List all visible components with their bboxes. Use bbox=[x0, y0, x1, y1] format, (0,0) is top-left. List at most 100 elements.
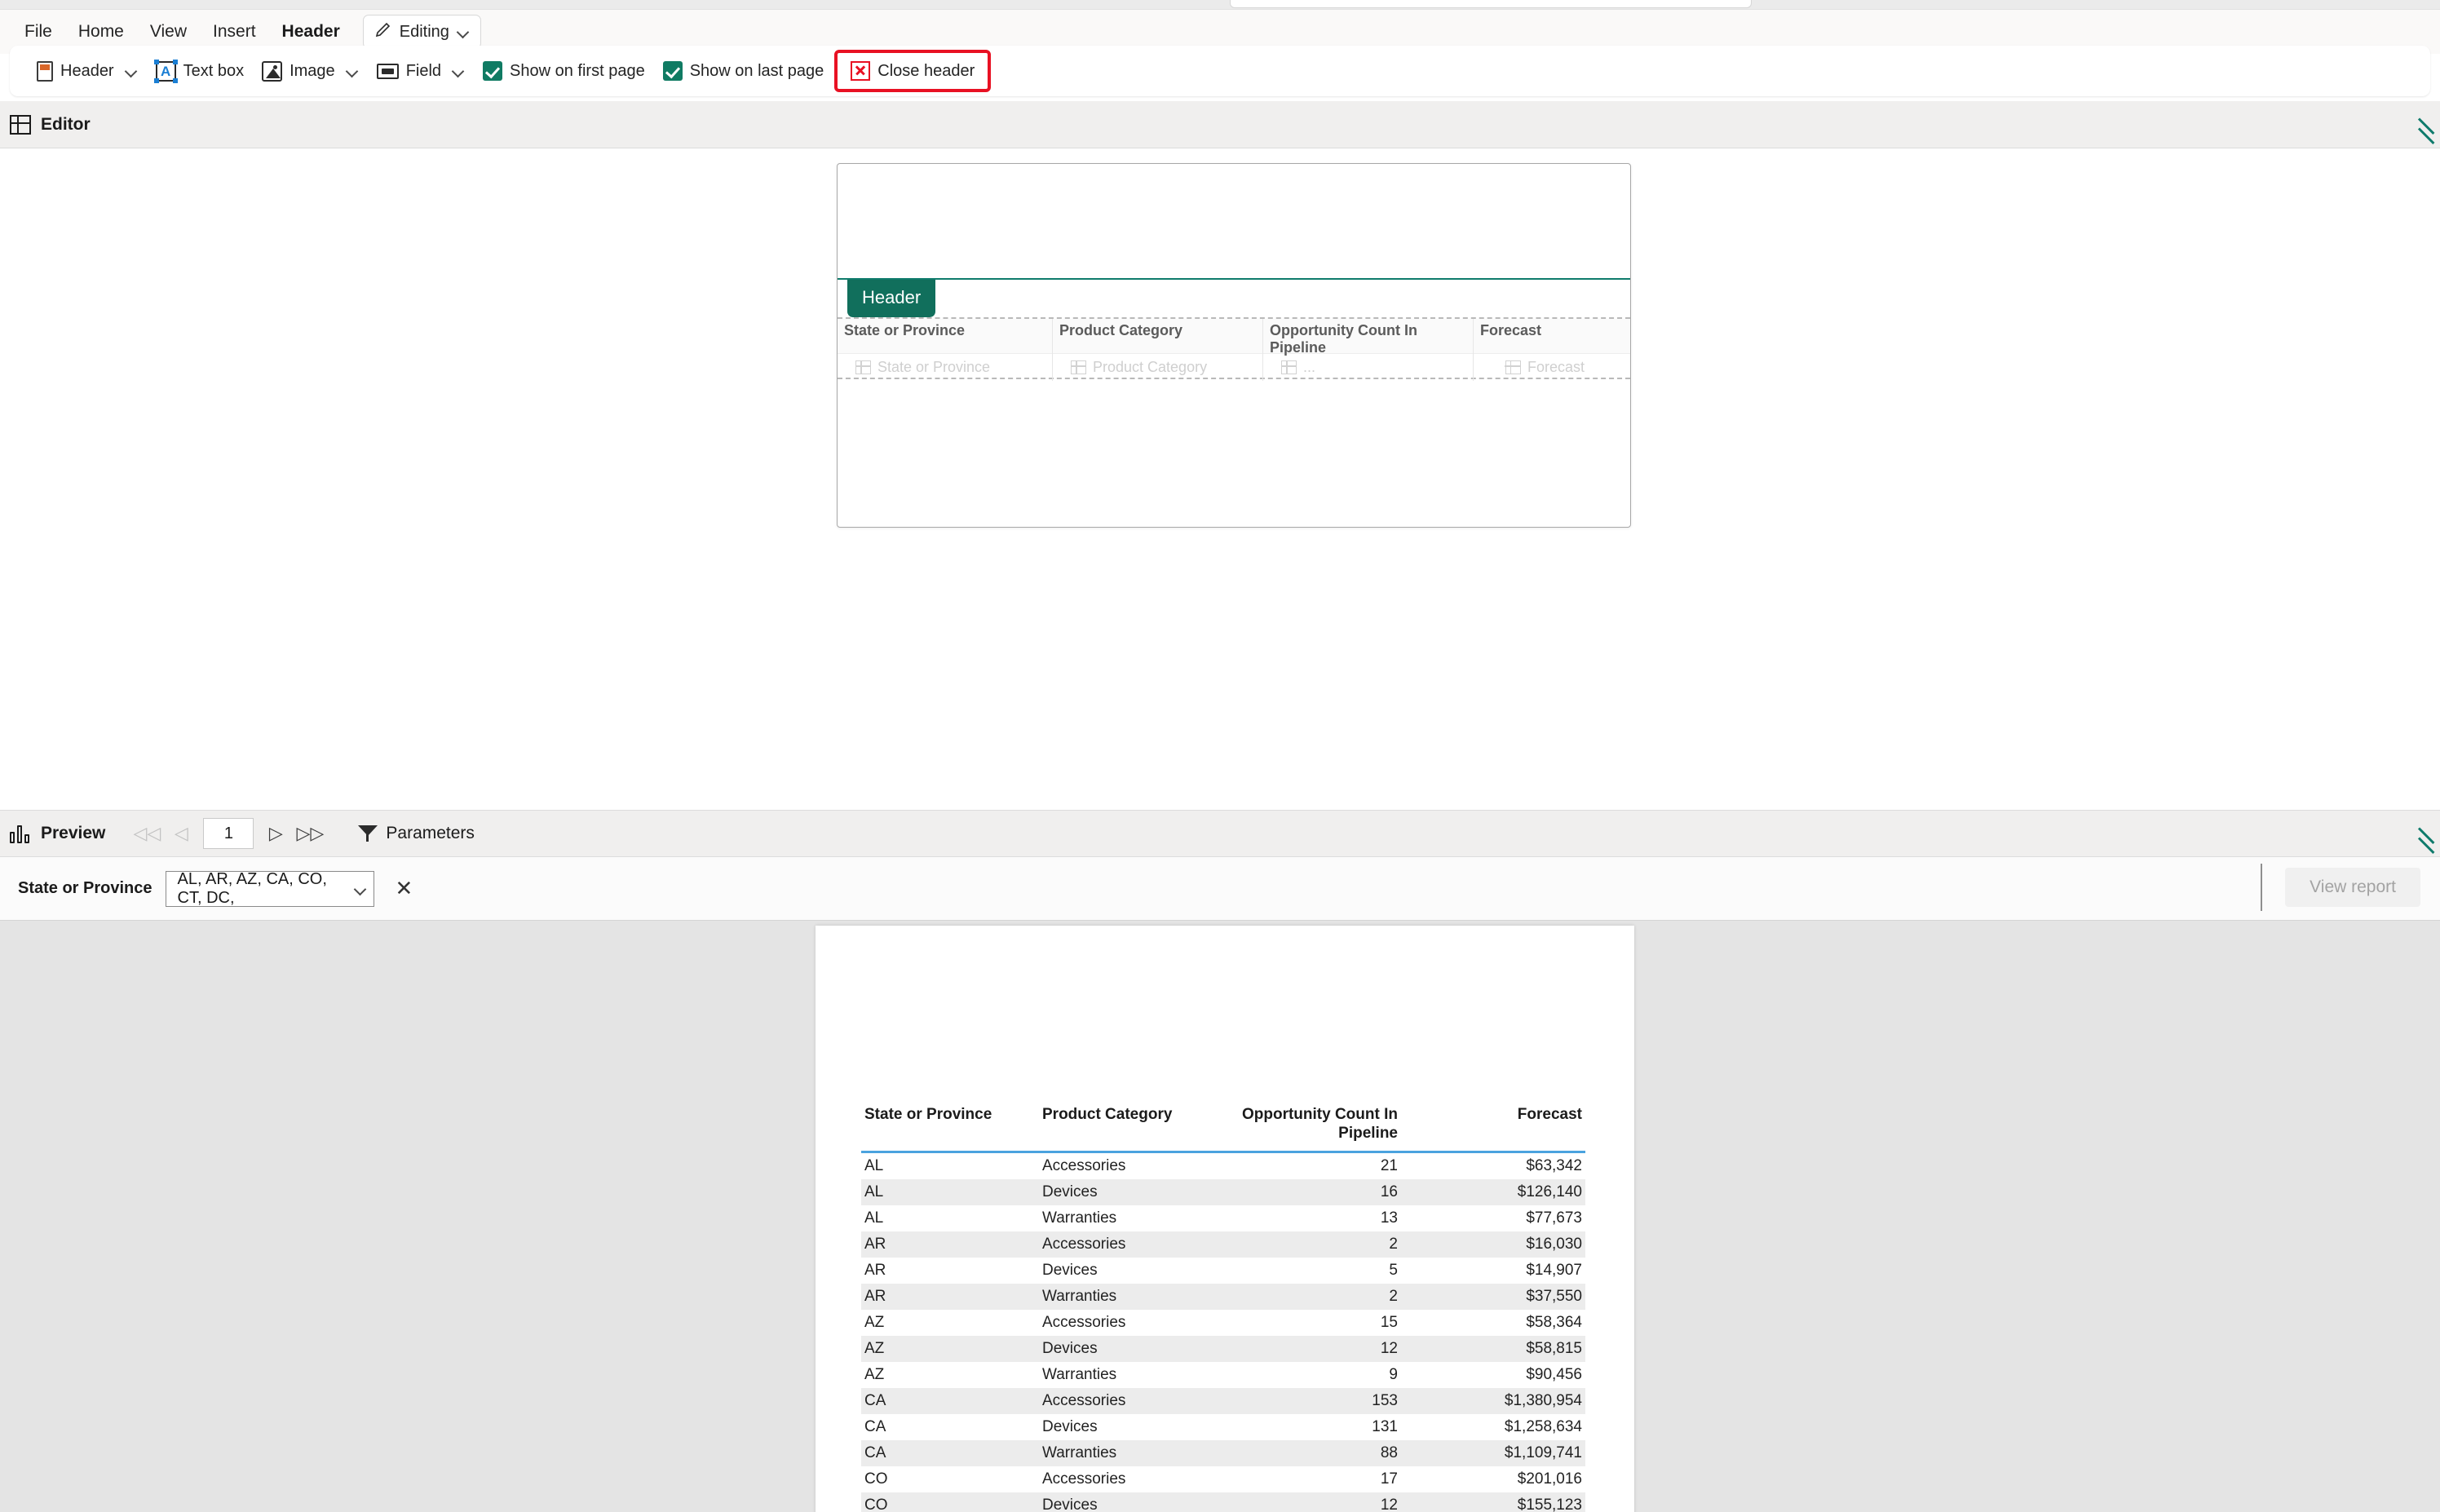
design-col-placeholder[interactable]: Product Category bbox=[1053, 354, 1262, 381]
chevron-collapse-icon[interactable] bbox=[2417, 113, 2440, 140]
cell-product-category: Accessories bbox=[1042, 1236, 1126, 1253]
parameter-select-state-or-province[interactable]: AL, AR, AZ, CA, CO, CT, DC, bbox=[165, 869, 374, 907]
header-gallery-button[interactable]: Header bbox=[28, 55, 147, 87]
cell-product-category: Warranties bbox=[1042, 1209, 1117, 1227]
cell-forecast: $201,016 bbox=[1517, 1470, 1582, 1488]
table-row: CA Accessories 153 $1,380,954 bbox=[861, 1388, 1585, 1414]
previous-page-button[interactable]: ◁ bbox=[164, 817, 198, 850]
field-label: Field bbox=[405, 61, 442, 80]
field-placeholder-icon bbox=[855, 360, 871, 374]
report-preview-page: State or Province Product Category Oppor… bbox=[816, 926, 1634, 1512]
cell-product-category: Devices bbox=[1042, 1418, 1098, 1435]
cell-forecast: $126,140 bbox=[1517, 1183, 1582, 1200]
report-preview-table: State or Province Product Category Oppor… bbox=[861, 1105, 1585, 1512]
cell-product-category: Devices bbox=[1042, 1262, 1098, 1279]
design-col-placeholder-label: Forecast bbox=[1527, 359, 1585, 375]
show-on-first-page-label: Show on first page bbox=[510, 61, 645, 80]
image-label: Image bbox=[290, 61, 335, 80]
header-divider bbox=[838, 278, 1630, 280]
preview-pager: ◁◁ ◁ 1 ▷ ▷▷ bbox=[130, 817, 327, 850]
show-on-first-page-checkbox[interactable]: Show on first page bbox=[474, 55, 654, 86]
table-row: AZ Accessories 15 $58,364 bbox=[861, 1310, 1585, 1336]
editor-section-bar: Editor bbox=[0, 101, 2440, 148]
cell-product-category: Devices bbox=[1042, 1497, 1098, 1512]
parameters-toggle-button[interactable]: Parameters bbox=[358, 824, 475, 843]
design-col-header-label: State or Province bbox=[838, 319, 1052, 354]
chevron-down-icon bbox=[452, 64, 465, 77]
tab-view[interactable]: View bbox=[137, 15, 200, 48]
search-box-stub[interactable] bbox=[1230, 0, 1752, 8]
field-button[interactable]: Field bbox=[368, 56, 474, 86]
image-button[interactable]: Image bbox=[253, 55, 368, 87]
image-icon bbox=[262, 60, 283, 82]
page-number-input[interactable]: 1 bbox=[203, 818, 254, 849]
cell-opportunity-count: 21 bbox=[1380, 1157, 1398, 1174]
header-region-badge[interactable]: Header bbox=[847, 280, 936, 317]
cell-forecast: $58,364 bbox=[1526, 1314, 1582, 1331]
cell-forecast: $14,907 bbox=[1526, 1262, 1582, 1279]
cell-opportunity-count: 5 bbox=[1389, 1262, 1398, 1279]
tab-home[interactable]: Home bbox=[65, 15, 137, 48]
cell-product-category: Warranties bbox=[1042, 1444, 1117, 1461]
close-header-label: Close header bbox=[877, 61, 975, 80]
tab-header[interactable]: Header bbox=[269, 15, 353, 56]
show-on-last-page-checkbox[interactable]: Show on last page bbox=[654, 55, 833, 86]
next-page-button[interactable]: ▷ bbox=[259, 817, 293, 850]
text-box-icon: A bbox=[153, 59, 178, 83]
cell-state-or-province: AZ bbox=[864, 1314, 885, 1331]
design-col-header-label: Product Category bbox=[1053, 319, 1262, 354]
chevron-down-icon bbox=[354, 882, 365, 895]
parameter-selected-value: AL, AR, AZ, CA, CO, CT, DC, bbox=[177, 869, 327, 907]
table-row: CO Devices 12 $155,123 bbox=[861, 1492, 1585, 1512]
field-placeholder-icon bbox=[1070, 360, 1086, 374]
cell-forecast: $1,258,634 bbox=[1504, 1418, 1582, 1435]
cell-forecast: $77,673 bbox=[1526, 1209, 1582, 1227]
pencil-icon bbox=[374, 21, 392, 43]
cell-forecast: $155,123 bbox=[1517, 1497, 1582, 1512]
table-row: AR Accessories 2 $16,030 bbox=[861, 1231, 1585, 1258]
show-on-last-page-label: Show on last page bbox=[689, 61, 824, 80]
report-builder-window: File Home View Insert Header Editing Hea… bbox=[0, 0, 2440, 1512]
chevron-down-icon bbox=[457, 25, 470, 38]
cell-state-or-province: CA bbox=[864, 1444, 886, 1461]
design-col-placeholder-label: Product Category bbox=[1093, 359, 1208, 375]
table-row: CA Warranties 88 $1,109,741 bbox=[861, 1440, 1585, 1466]
design-col-placeholder[interactable]: ... bbox=[1263, 354, 1473, 381]
field-placeholder-icon bbox=[1280, 360, 1297, 374]
tab-file[interactable]: File bbox=[11, 15, 65, 48]
checkbox-checked-icon bbox=[662, 61, 683, 81]
tab-insert[interactable]: Insert bbox=[200, 15, 269, 48]
view-report-button[interactable]: View report bbox=[2285, 868, 2420, 907]
chevron-collapse-icon[interactable] bbox=[2417, 822, 2440, 850]
text-box-button[interactable]: A Text box bbox=[147, 55, 253, 87]
design-col-placeholder-label: ... bbox=[1303, 359, 1316, 375]
cell-opportunity-count: 12 bbox=[1380, 1340, 1398, 1357]
cell-opportunity-count: 16 bbox=[1380, 1183, 1398, 1200]
table-row: AL Accessories 21 $63,342 bbox=[861, 1152, 1585, 1180]
toolbar-separator bbox=[2261, 864, 2263, 911]
cell-state-or-province: AR bbox=[864, 1288, 886, 1305]
chevron-down-icon bbox=[125, 64, 138, 77]
parameter-label-state-or-province: State or Province bbox=[18, 879, 152, 897]
first-page-button[interactable]: ◁◁ bbox=[130, 817, 164, 850]
text-box-label: Text box bbox=[183, 61, 245, 80]
design-canvas: Header State or Province State or Provin… bbox=[0, 148, 2440, 810]
report-table-body: AL Accessories 21 $63,342 AL Devices 16 $126,14… bbox=[861, 1152, 1585, 1512]
last-page-button[interactable]: ▷▷ bbox=[293, 817, 327, 850]
clear-parameter-button[interactable]: ✕ bbox=[387, 876, 422, 901]
editing-mode-button[interactable]: Editing bbox=[362, 15, 481, 49]
cell-opportunity-count: 15 bbox=[1380, 1314, 1398, 1331]
editing-mode-label: Editing bbox=[399, 22, 449, 41]
design-col-placeholder[interactable]: Forecast bbox=[1474, 354, 1630, 381]
header-region[interactable]: State or Province State or Province Prod… bbox=[838, 317, 1630, 381]
table-row: CA Devices 131 $1,258,634 bbox=[861, 1414, 1585, 1440]
design-page[interactable]: Header State or Province State or Provin… bbox=[837, 163, 1631, 528]
preview-section-title: Preview bbox=[41, 824, 106, 842]
close-header-button[interactable]: Close header bbox=[834, 50, 992, 92]
cell-state-or-province: CO bbox=[864, 1497, 888, 1512]
funnel-icon bbox=[358, 824, 378, 843]
report-table-head: State or Province Product Category Oppor… bbox=[861, 1105, 1585, 1152]
design-col-placeholder[interactable]: State or Province bbox=[838, 354, 1052, 381]
cell-product-category: Accessories bbox=[1042, 1157, 1126, 1174]
cell-opportunity-count: 88 bbox=[1380, 1444, 1398, 1461]
